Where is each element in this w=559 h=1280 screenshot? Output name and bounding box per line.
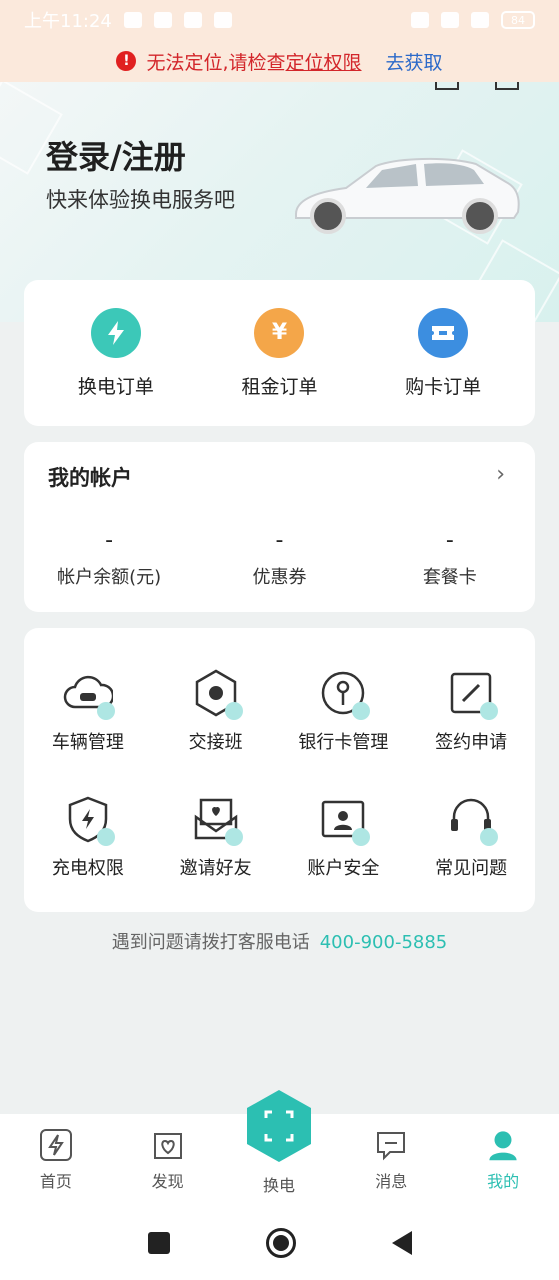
service-charging-permission[interactable]: 充电权限	[24, 794, 152, 880]
nav-swap-label: 换电	[262, 1176, 295, 1195]
location-warning-bar: ! 无法定位,请检查定位权限 去获取	[0, 40, 559, 82]
hero-top-icons	[435, 82, 519, 90]
coupon-value: -	[275, 528, 284, 553]
login-register-title[interactable]: 登录/注册	[46, 132, 186, 178]
nav-label: 发现	[151, 1172, 184, 1191]
account-package-cards[interactable]: - 套餐卡	[370, 528, 530, 589]
status-right: 84	[411, 11, 535, 29]
notification-icon	[123, 12, 142, 28]
service-invite-friends[interactable]: 邀请好友	[152, 794, 280, 880]
signal-icon	[441, 12, 459, 28]
service-bank-card[interactable]: 银行卡管理	[280, 668, 408, 754]
account-balance[interactable]: - 帐户余额(元)	[29, 528, 189, 589]
service-label: 常见问题	[435, 858, 508, 879]
telegram-icon	[153, 12, 172, 28]
status-time: 上午11:24	[24, 11, 112, 32]
headset-icon	[446, 794, 499, 846]
wifi-icon	[471, 12, 489, 28]
service-vehicle-management[interactable]: 车辆管理	[24, 668, 152, 754]
hotline-phone-link[interactable]: 400-900-5885	[320, 932, 448, 953]
service-label: 银行卡管理	[298, 732, 389, 753]
coupon-label: 优惠券	[252, 567, 307, 588]
status-bar: 上午11:24 84	[0, 0, 559, 40]
bluetooth-icon	[411, 12, 429, 28]
discover-heart-icon	[151, 1128, 185, 1162]
location-permission-link[interactable]: 定位权限	[286, 52, 362, 74]
battery-swap-scan-button[interactable]	[244, 1088, 314, 1164]
nav-discover[interactable]: 发现	[123, 1128, 213, 1192]
system-nav-bar	[0, 1206, 559, 1280]
settings-top-icon[interactable]	[495, 82, 519, 90]
yen-icon: ¥	[254, 307, 305, 358]
account-title: 我的帐户	[48, 466, 132, 490]
car-illustration	[295, 157, 520, 234]
battery-level: 84	[511, 13, 525, 27]
nav-home[interactable]: 首页	[11, 1128, 101, 1192]
home-lightning-icon	[39, 1128, 73, 1162]
ticket-icon	[418, 307, 469, 358]
service-contract-apply[interactable]: 签约申请	[407, 668, 535, 754]
status-left: 上午11:24	[24, 7, 232, 33]
location-warning-prefix: 无法定位,请检查	[146, 51, 286, 74]
service-label: 交接班	[188, 732, 243, 753]
invite-envelope-icon	[191, 794, 243, 846]
order-battery-swap[interactable]: 换电订单	[41, 307, 191, 399]
service-label: 邀请好友	[179, 858, 252, 879]
hero-subtitle: 快来体验换电服务吧	[46, 188, 235, 212]
get-permission-button[interactable]: 去获取	[386, 48, 443, 75]
car-cloud-icon	[63, 668, 115, 720]
sign-edit-icon	[446, 668, 499, 720]
services-grid: 车辆管理 交接班 银行卡管理 签约申请 充电权限 邀请好友 账户安全 常见问题	[24, 668, 535, 880]
account-coupons[interactable]: - 优惠券	[199, 528, 359, 589]
recent-apps-icon[interactable]	[147, 1232, 170, 1254]
warning-icon: !	[116, 51, 137, 71]
services-card: 车辆管理 交接班 银行卡管理 签约申请 充电权限 邀请好友 账户安全 常见问题	[24, 628, 535, 912]
order-label: 租金订单	[241, 375, 318, 398]
service-faq[interactable]: 常见问题	[407, 794, 535, 880]
battery-icon: 84	[501, 11, 535, 29]
nav-profile[interactable]: 我的	[458, 1128, 548, 1192]
lightning-icon	[90, 307, 141, 358]
service-shift-handover[interactable]: 交接班	[152, 668, 280, 754]
back-triangle-icon[interactable]	[391, 1231, 412, 1255]
account-security-icon	[318, 794, 371, 846]
service-label: 充电权限	[51, 858, 124, 879]
order-card-purchase[interactable]: 购卡订单	[368, 307, 518, 399]
balance-value: -	[105, 528, 114, 553]
account-stats: - 帐户余额(元) - 优惠券 - 套餐卡	[24, 528, 535, 589]
nav-messages[interactable]: 消息	[346, 1128, 436, 1192]
hotline-text: 遇到问题请拨打客服电话	[111, 932, 310, 953]
customer-service-hotline: 遇到问题请拨打客服电话 400-900-5885	[0, 928, 559, 954]
scan-icon	[247, 1090, 311, 1162]
balance-label: 帐户余额(元)	[57, 567, 162, 588]
nav-label: 消息	[375, 1172, 408, 1191]
service-label: 签约申请	[435, 732, 508, 753]
order-rent[interactable]: ¥ 租金订单	[204, 307, 354, 399]
message-icon	[374, 1128, 408, 1162]
location-warning-message: 无法定位,请检查定位权限	[146, 48, 361, 75]
scan-top-icon[interactable]	[435, 82, 459, 90]
order-label: 换电订单	[77, 375, 154, 398]
home-circle-icon[interactable]	[265, 1228, 296, 1258]
nav-label: 首页	[39, 1172, 72, 1191]
account-card[interactable]: 我的帐户 › - 帐户余额(元) - 优惠券 - 套餐卡	[24, 442, 535, 612]
service-account-security[interactable]: 账户安全	[280, 794, 408, 880]
nav-label: 我的	[487, 1172, 520, 1191]
bank-card-icon	[318, 668, 371, 720]
orders-card: 换电订单 ¥ 租金订单 购卡订单	[24, 280, 535, 426]
shield-lightning-icon	[63, 794, 115, 846]
hexagon-handover-icon	[191, 668, 243, 720]
profile-icon	[486, 1128, 520, 1162]
chevron-right-icon[interactable]: ›	[496, 462, 505, 487]
package-value: -	[445, 528, 454, 553]
download-icon	[213, 12, 232, 28]
package-label: 套餐卡	[422, 567, 477, 588]
order-label: 购卡订单	[405, 375, 482, 398]
chat-icon	[183, 12, 202, 28]
service-label: 车辆管理	[51, 732, 124, 753]
service-label: 账户安全	[307, 858, 380, 879]
